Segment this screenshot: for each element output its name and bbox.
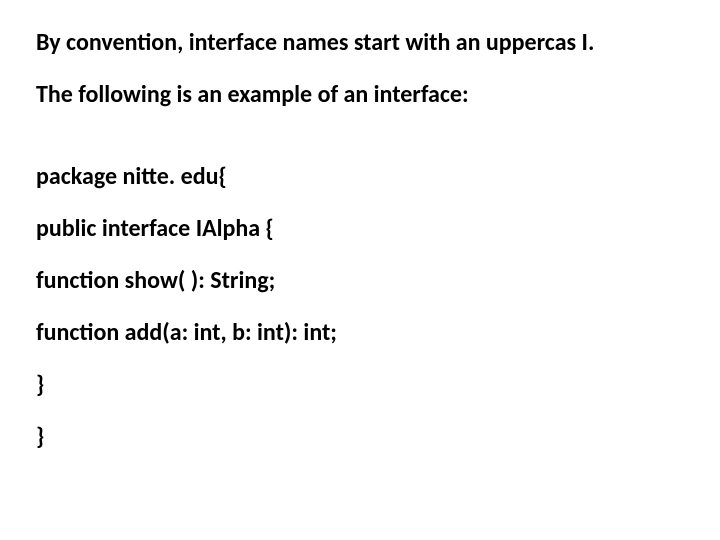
code-line-add-fn: function add(a: int, b: int): int; [36,318,684,348]
code-line-package: package nitte. edu{ [36,162,684,192]
code-line-interface-decl: public interface IAlpha { [36,214,684,244]
code-line-close-brace-1: } [36,370,684,400]
slide: By convention, interface names start wit… [0,0,720,540]
code-line-close-brace-2: } [36,422,684,452]
code-line-show-fn: function show( ): String; [36,266,684,296]
text-line-convention: By convention, interface names start wit… [36,28,684,58]
spacer [36,132,684,162]
text-line-example-intro: The following is an example of an interf… [36,80,684,110]
